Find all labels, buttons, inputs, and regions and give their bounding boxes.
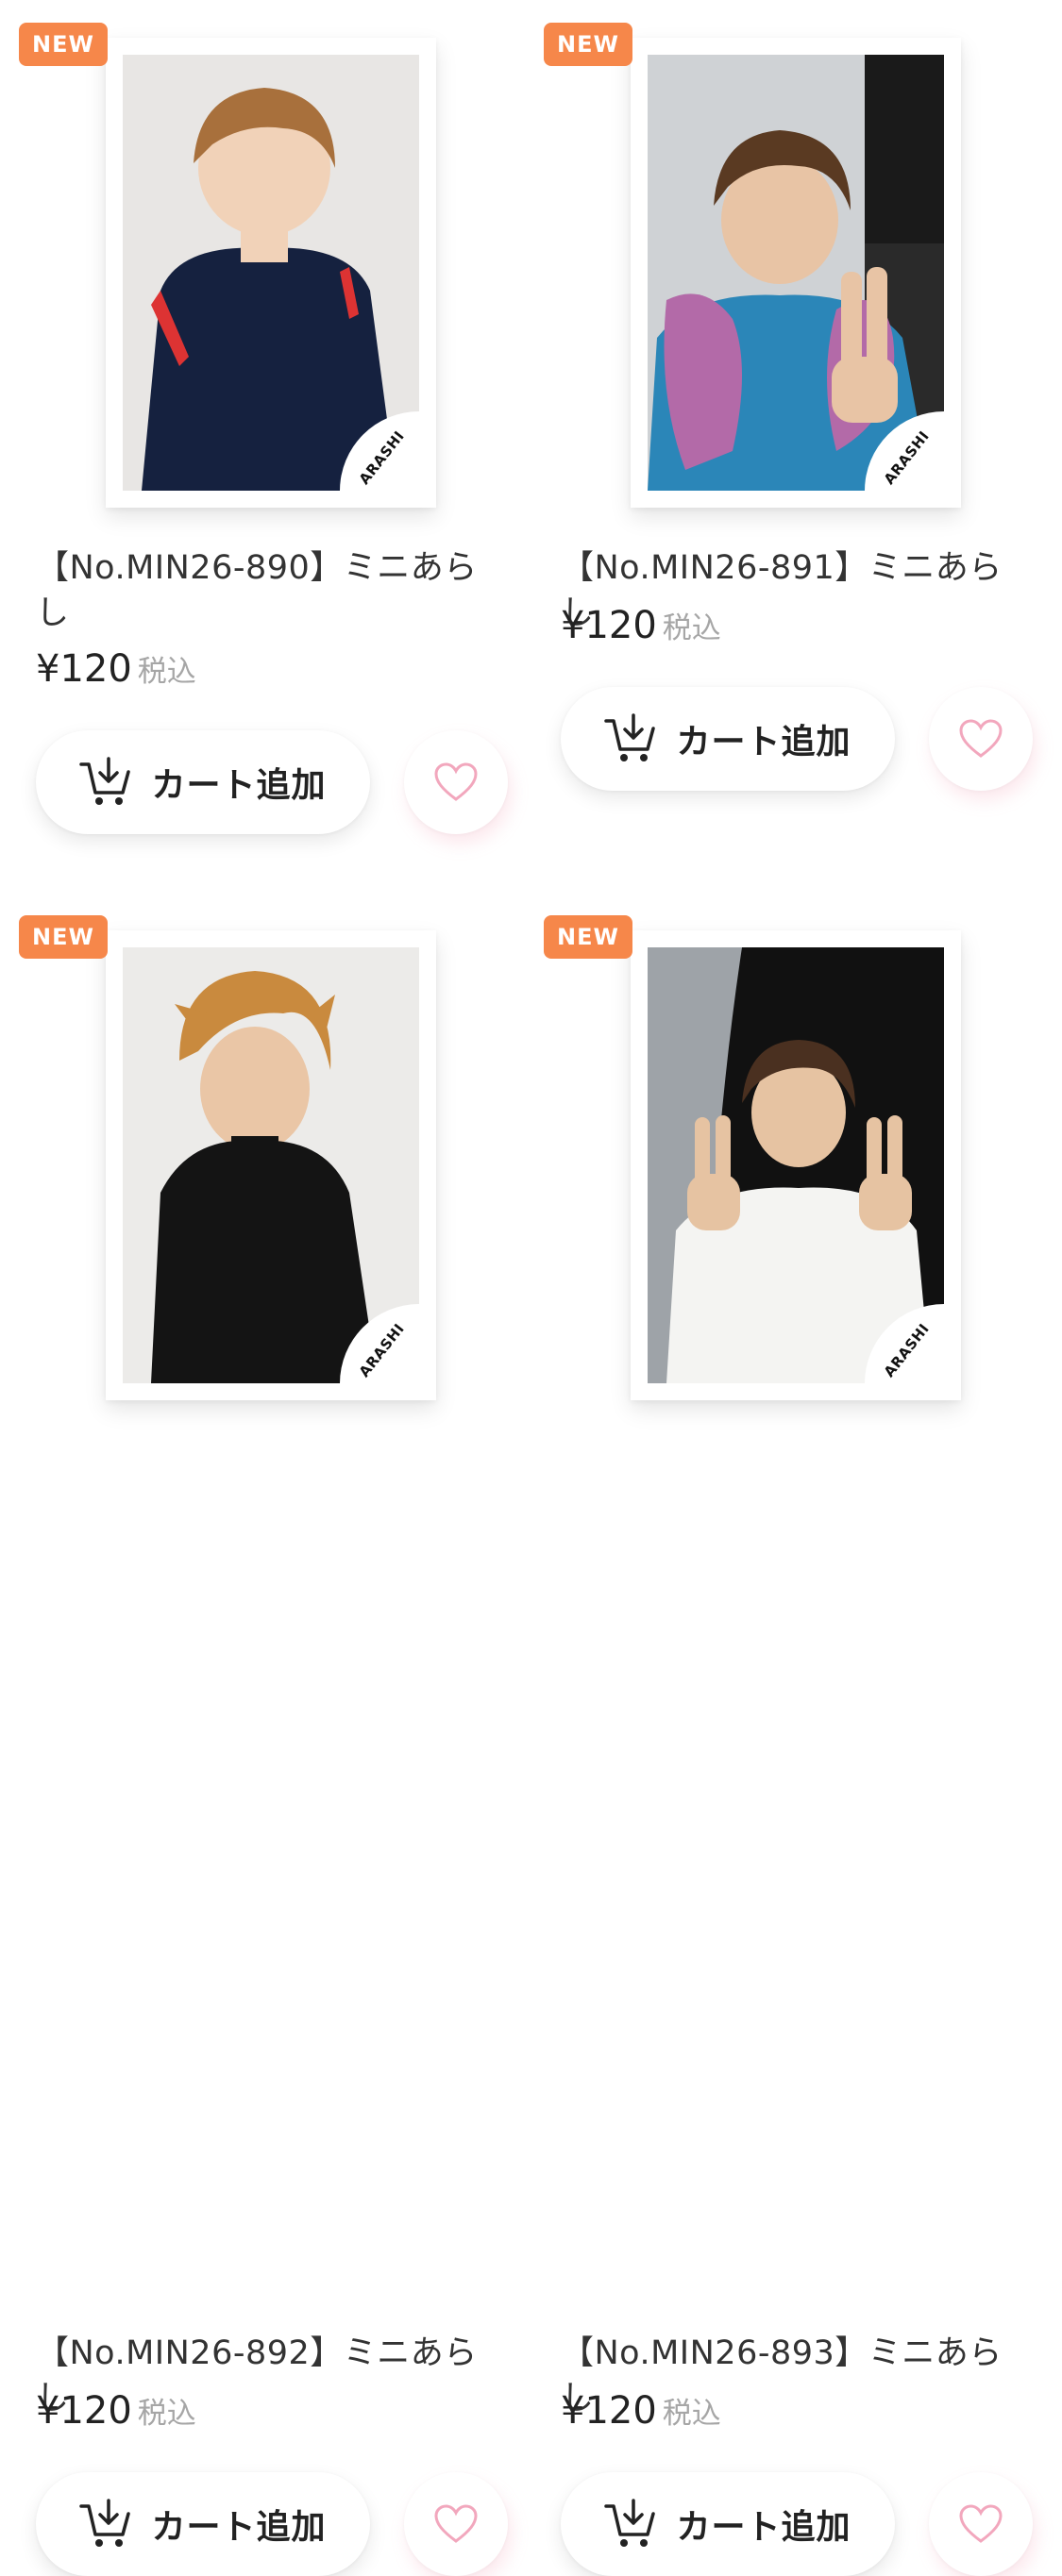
price-row: ¥120 税込 [36, 647, 196, 691]
heart-icon [959, 719, 1003, 758]
favorite-button[interactable] [929, 687, 1033, 791]
new-badge: NEW [544, 23, 632, 66]
cart-icon [604, 713, 656, 761]
product-photo-frame[interactable]: ARASHI [631, 930, 961, 1400]
price: ¥120 [36, 647, 132, 691]
product-card[interactable]: NEW ARASHI [525, 0, 1035, 849]
product-photo[interactable]: ARASHI [123, 55, 419, 491]
product-photo[interactable]: ARASHI [648, 55, 944, 491]
product-grid: NEW ARASHI 【No.MIN26-890】ミニあらし ¥120 税込 カ… [0, 0, 1062, 2576]
product-card[interactable]: NEW ARASHI [525, 893, 1035, 2576]
new-badge: NEW [19, 23, 108, 66]
cart-button-label: カート追加 [676, 723, 851, 761]
product-card[interactable]: NEW ARASHI 【No.MIN26-890】ミニあらし ¥120 税込 カ… [0, 0, 510, 849]
product-card[interactable]: NEW ARASHI 【No.MIN26-892】ミニあらし ¥120 税込 カ… [0, 893, 510, 2576]
favorite-button[interactable] [929, 2472, 1033, 2576]
new-badge: NEW [544, 915, 632, 959]
price: ¥120 [561, 2389, 657, 2433]
product-photo-frame[interactable]: ARASHI [106, 38, 436, 508]
tax-label: 税込 [662, 2397, 721, 2431]
heart-icon [959, 2504, 1003, 2543]
tax-label: 税込 [662, 611, 721, 645]
product-title[interactable]: 【No.MIN26-890】ミニあらし [36, 545, 480, 636]
cart-button-label: カート追加 [151, 2508, 327, 2547]
product-photo[interactable]: ARASHI [648, 947, 944, 1383]
price: ¥120 [36, 2389, 132, 2433]
add-to-cart-button[interactable]: カート追加 [561, 687, 895, 791]
price-row: ¥120 税込 [561, 2389, 721, 2433]
tax-label: 税込 [137, 2397, 196, 2431]
new-badge: NEW [19, 915, 108, 959]
favorite-button[interactable] [404, 730, 508, 834]
product-photo[interactable]: ARASHI [123, 947, 419, 1383]
cart-icon [604, 2499, 656, 2547]
product-photo-frame[interactable]: ARASHI [106, 930, 436, 1400]
add-to-cart-button[interactable]: カート追加 [36, 730, 370, 834]
add-to-cart-button[interactable]: カート追加 [36, 2472, 370, 2576]
add-to-cart-button[interactable]: カート追加 [561, 2472, 895, 2576]
price-row: ¥120 税込 [561, 604, 721, 647]
favorite-button[interactable] [404, 2472, 508, 2576]
price-row: ¥120 税込 [36, 2389, 196, 2433]
cart-button-label: カート追加 [676, 2508, 851, 2547]
cart-icon [79, 2499, 131, 2547]
cart-icon [79, 757, 131, 805]
product-photo-frame[interactable]: ARASHI [631, 38, 961, 508]
cart-button-label: カート追加 [151, 766, 327, 805]
tax-label: 税込 [137, 655, 196, 689]
heart-icon [434, 762, 478, 801]
price: ¥120 [561, 604, 657, 647]
heart-icon [434, 2504, 478, 2543]
